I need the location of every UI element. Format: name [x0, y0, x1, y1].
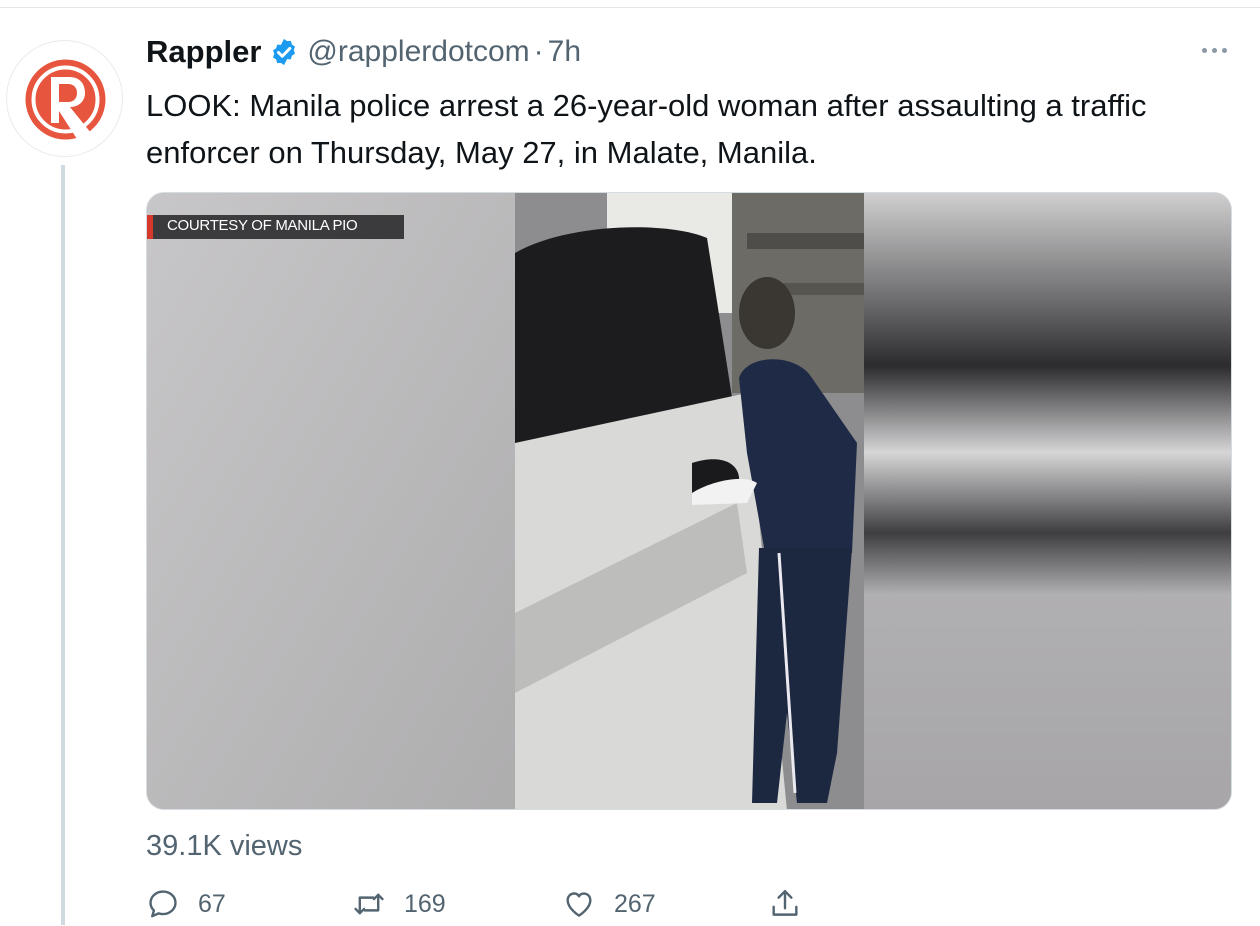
- top-divider: [0, 7, 1260, 8]
- share-icon: [772, 890, 798, 916]
- more-dot: [1201, 47, 1207, 53]
- heart-icon: [566, 892, 592, 917]
- verified-badge-icon: [273, 38, 296, 66]
- like-count: 267: [614, 889, 656, 918]
- retweet-icon: [354, 893, 384, 915]
- avatar[interactable]: [6, 40, 123, 157]
- media-caption: COURTESY OF MANILA PIO: [167, 217, 358, 234]
- handle[interactable]: @rapplerdotcom: [307, 35, 529, 69]
- reply-count: 67: [198, 889, 226, 918]
- view-count: 39.1K views: [146, 830, 303, 862]
- retweet-button[interactable]: 169: [352, 882, 446, 926]
- reply-icon: [149, 890, 177, 918]
- tweet-header: Rappler @rapplerdotcom · 7h: [146, 32, 581, 72]
- timestamp[interactable]: 7h: [548, 35, 581, 69]
- display-name[interactable]: Rappler: [146, 34, 261, 70]
- video-thumbnail[interactable]: COURTESY OF MANILA PIO: [146, 192, 1232, 810]
- more-dot: [1221, 47, 1227, 53]
- separator-dot: ·: [533, 35, 544, 68]
- like-button[interactable]: 267: [562, 882, 656, 926]
- video-frame: [147, 193, 1231, 809]
- tweet-text: LOOK: Manila police arrest a 26-year-old…: [146, 88, 1147, 170]
- retweet-count: 169: [404, 889, 446, 918]
- more-options-icon[interactable]: [1196, 40, 1232, 60]
- more-dot: [1211, 47, 1217, 53]
- thread-line: [61, 165, 65, 925]
- rappler-logo: [25, 59, 106, 140]
- reply-button[interactable]: 67: [146, 882, 226, 926]
- share-button[interactable]: [768, 882, 802, 926]
